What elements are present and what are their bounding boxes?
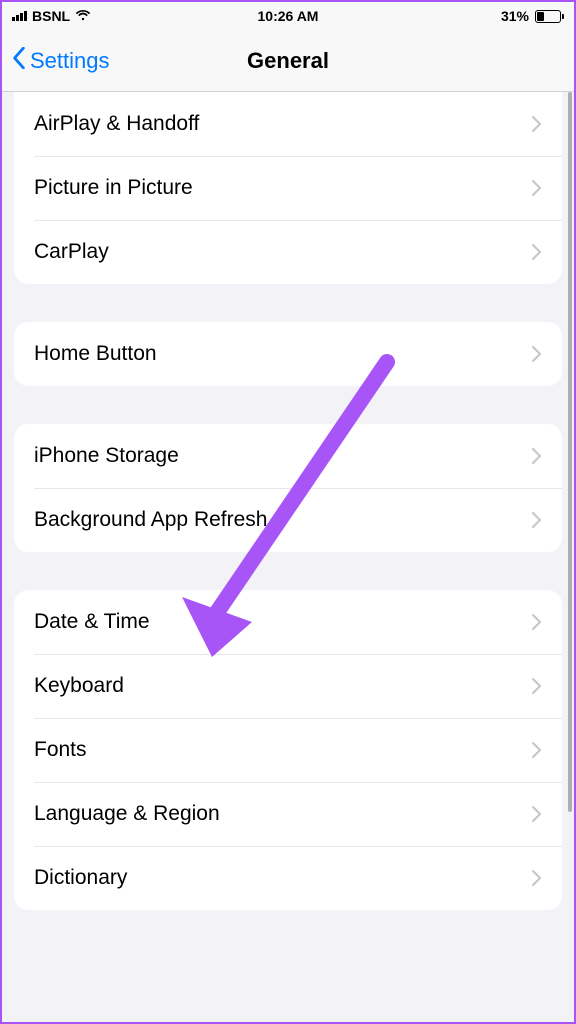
row-dictionary[interactable]: Dictionary [14,846,562,910]
battery-icon [533,10,564,23]
chevron-right-icon [532,678,542,694]
status-left: BSNL [12,8,91,24]
row-airplay-handoff[interactable]: AirPlay & Handoff [14,92,562,156]
row-carplay[interactable]: CarPlay [14,220,562,284]
settings-group: Home Button [14,322,562,386]
wifi-icon [75,8,91,24]
chevron-right-icon [532,244,542,260]
chevron-right-icon [532,346,542,362]
row-label: Date & Time [34,610,150,634]
chevron-left-icon [12,47,26,75]
row-label: Keyboard [34,674,124,698]
row-label: Background App Refresh [34,508,267,532]
settings-group: Date & Time Keyboard Fonts Language & Re… [14,590,562,910]
chevron-right-icon [532,512,542,528]
content-area: AirPlay & Handoff Picture in Picture Car… [2,92,574,1022]
chevron-right-icon [532,806,542,822]
carrier-label: BSNL [32,8,70,24]
row-label: iPhone Storage [34,444,179,468]
row-background-app-refresh[interactable]: Background App Refresh [14,488,562,552]
nav-bar: Settings General [2,30,574,92]
row-label: Fonts [34,738,87,762]
row-label: Home Button [34,342,157,366]
signal-icon [12,11,27,21]
status-right: 31% [501,8,564,24]
row-label: Language & Region [34,802,220,826]
scrollbar[interactable] [568,92,572,812]
chevron-right-icon [532,116,542,132]
row-label: Picture in Picture [34,176,193,200]
chevron-right-icon [532,614,542,630]
settings-group: iPhone Storage Background App Refresh [14,424,562,552]
row-keyboard[interactable]: Keyboard [14,654,562,718]
back-label: Settings [30,48,110,74]
chevron-right-icon [532,448,542,464]
row-label: Dictionary [34,866,127,890]
row-date-time[interactable]: Date & Time [14,590,562,654]
chevron-right-icon [532,180,542,196]
row-label: AirPlay & Handoff [34,112,199,136]
back-button[interactable]: Settings [12,47,110,75]
row-label: CarPlay [34,240,109,264]
row-language-region[interactable]: Language & Region [14,782,562,846]
row-iphone-storage[interactable]: iPhone Storage [14,424,562,488]
status-time: 10:26 AM [258,8,319,24]
row-home-button[interactable]: Home Button [14,322,562,386]
status-bar: BSNL 10:26 AM 31% [2,2,574,30]
row-picture-in-picture[interactable]: Picture in Picture [14,156,562,220]
page-title: General [247,48,329,74]
settings-group: AirPlay & Handoff Picture in Picture Car… [14,92,562,284]
chevron-right-icon [532,742,542,758]
battery-percent: 31% [501,8,529,24]
chevron-right-icon [532,870,542,886]
row-fonts[interactable]: Fonts [14,718,562,782]
